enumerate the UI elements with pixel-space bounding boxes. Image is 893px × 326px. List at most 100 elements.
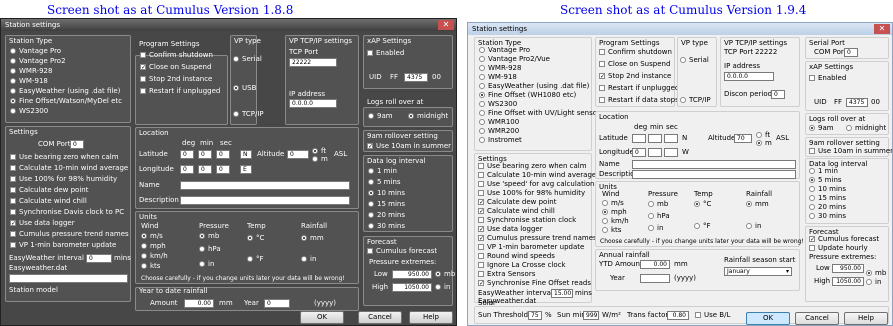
lon-min-input[interactable]: 0 [198, 165, 212, 174]
radio-15mins[interactable]: 15 mins [809, 194, 846, 203]
radio-kmh[interactable]: km/h [602, 217, 629, 226]
trans-factor-input[interactable]: 0.80 [667, 311, 689, 320]
radio-fine-offset-uv[interactable]: Fine Offset with UV/Light sensor [479, 109, 600, 118]
com-port-input[interactable]: 0 [70, 140, 84, 149]
check-speed-avg[interactable]: Use 'speed' for avg calculation [478, 180, 595, 189]
sun-threshold-input[interactable]: 75 [528, 311, 542, 320]
check-100-humidity[interactable]: Use 100% for 98% humidity [10, 175, 117, 184]
altitude-input[interactable]: 70 [734, 134, 752, 143]
radio-10mins[interactable]: 10 mins [809, 185, 846, 194]
check-10am-summer[interactable]: Use 10am in summer [809, 147, 892, 156]
check-bearing-zero[interactable]: Use bearing zero when calm [478, 162, 587, 171]
lat-deg-input[interactable]: 0 [180, 150, 194, 159]
low-input[interactable]: 950.00 [832, 264, 864, 273]
ok-button[interactable]: OK [300, 311, 344, 324]
check-cumulus-forecast[interactable]: ✓ Cumulus forecast [809, 235, 879, 244]
radio-instromet[interactable]: Instromet [479, 136, 522, 145]
check-close-suspend[interactable]: Close on Suspend [599, 60, 670, 69]
radio-5mins[interactable]: 5 mins [809, 176, 842, 185]
radio-fine-offset[interactable]: Fine Offset (WH1080 etc) [479, 91, 576, 100]
check-use-bl[interactable]: Use B/L [695, 311, 730, 320]
check-sync-fine-offset[interactable]: ✓ Synchronise Fine Offset reads [478, 279, 591, 288]
lat-deg-input[interactable] [632, 134, 646, 143]
ew-file-input[interactable] [9, 274, 128, 283]
radio-30mins[interactable]: 30 mins [368, 222, 405, 231]
radio-wm918[interactable]: WM-918 [10, 77, 48, 86]
radio-ms[interactable]: m/s [602, 199, 624, 208]
discon-input[interactable]: 0 [771, 90, 785, 99]
radio-fahrenheit[interactable]: °F [694, 222, 711, 231]
check-dew-point[interactable]: Calculate dew point [10, 186, 88, 195]
radio-press-in[interactable]: in [199, 260, 214, 269]
name-input[interactable] [180, 181, 350, 190]
check-confirm-shutdown[interactable]: Confirm shutdown [599, 48, 672, 57]
radio-easyweather[interactable]: EasyWeather (using .dat file) [10, 87, 120, 96]
lon-min-input[interactable] [648, 148, 662, 157]
radio-wmr100[interactable]: WMR100 [479, 118, 519, 127]
radio-serial[interactable]: Serial [233, 55, 262, 64]
radio-mb[interactable]: mb [866, 269, 886, 278]
radio-rain-in[interactable]: in [746, 222, 761, 231]
altitude-input[interactable]: 0 [287, 150, 309, 159]
radio-tcpip[interactable]: TCP/IP [680, 96, 711, 105]
check-xap-enabled[interactable]: Enabled [809, 74, 846, 83]
radio-wm918[interactable]: WM-918 [479, 73, 517, 82]
check-10am-summer[interactable]: ✓ Use 10am in summer [367, 142, 451, 151]
lat-hemi[interactable]: N [682, 134, 687, 143]
check-restart-unplugged[interactable]: Restart if unplugged [140, 87, 220, 96]
radio-press-in[interactable]: in [648, 224, 663, 233]
check-trend-names[interactable]: ✓ Cumulus pressure trend names [478, 234, 597, 243]
ew-interval-input[interactable]: 15.00 [551, 289, 573, 298]
year-input[interactable] [640, 274, 670, 283]
uid-input[interactable]: 4375 [846, 98, 868, 107]
sun-min-input[interactable]: 999 [583, 311, 599, 320]
radio-m[interactable]: m [312, 155, 328, 164]
radio-5mins[interactable]: 5 mins [368, 178, 401, 187]
com-port-input[interactable]: 0 [844, 48, 858, 57]
radio-1min[interactable]: 1 min [368, 167, 397, 176]
lon-sec-input[interactable]: 0 [216, 165, 230, 174]
radio-20mins[interactable]: 20 mins [368, 211, 405, 220]
lon-hemi-input[interactable]: E [240, 165, 252, 174]
radio-in[interactable]: in [435, 283, 450, 292]
check-restart-data-stops[interactable]: Restart if data stops [599, 96, 679, 105]
cancel-button[interactable]: Cancel [795, 312, 839, 325]
radio-in[interactable]: in [866, 278, 881, 287]
radio-vantage-pro2[interactable]: Vantage Pro2 [10, 57, 66, 66]
tcp-port-input[interactable]: 22222 [289, 58, 337, 67]
radio-1min[interactable]: 1 min [809, 167, 838, 176]
help-button[interactable]: Help [409, 311, 453, 324]
radio-kmh[interactable]: km/h [141, 252, 168, 261]
high-input[interactable]: 1050.00 [832, 277, 864, 286]
radio-ws2300[interactable]: WS2300 [10, 107, 48, 116]
lat-sec-input[interactable]: 0 [216, 150, 230, 159]
check-update-hourly[interactable]: Update hourly [809, 244, 868, 253]
year-input[interactable]: 0 [264, 299, 290, 308]
lat-hemi-input[interactable]: N [240, 150, 252, 159]
check-sync-clock[interactable]: Synchronise station clock [478, 216, 576, 225]
check-data-logger[interactable]: ✓ Use data logger [478, 225, 543, 234]
lon-deg-input[interactable]: 0 [180, 165, 194, 174]
lon-sec-input[interactable] [664, 148, 678, 157]
radio-ws2300[interactable]: WS2300 [479, 100, 517, 109]
uid-input[interactable]: 4375 [404, 73, 428, 82]
low-input[interactable]: 950.00 [392, 270, 432, 279]
radio-celsius[interactable]: °C [247, 234, 264, 243]
check-restart-unplugged[interactable]: Restart if unplugged [599, 84, 679, 93]
radio-9am[interactable]: 9am [368, 112, 393, 121]
check-trend-names[interactable]: Cumulus pressure trend names [10, 230, 129, 239]
radio-mph[interactable]: mph [602, 208, 627, 217]
radio-20mins[interactable]: 20 mins [809, 203, 846, 212]
description-input[interactable] [632, 170, 796, 179]
ip-address-input[interactable]: 0.0.0.0 [289, 99, 337, 108]
radio-press-mb[interactable]: mb [648, 200, 668, 209]
check-vp-barometer[interactable]: VP 1-min barometer update [478, 243, 584, 252]
radio-vantage-pro2[interactable]: Vantage Pro2/Vue [479, 55, 550, 64]
radio-m[interactable]: m [756, 139, 772, 148]
check-10min-wind[interactable]: Calculate 10-min wind average [478, 171, 596, 180]
check-round-wind[interactable]: Round wind speeds [478, 252, 555, 261]
radio-press-hpa[interactable]: hPa [199, 245, 221, 254]
radio-10mins[interactable]: 10 mins [368, 189, 405, 198]
lat-sec-input[interactable] [664, 134, 678, 143]
check-ignore-lacrosse[interactable]: Ignore La Crosse clock [478, 261, 566, 270]
